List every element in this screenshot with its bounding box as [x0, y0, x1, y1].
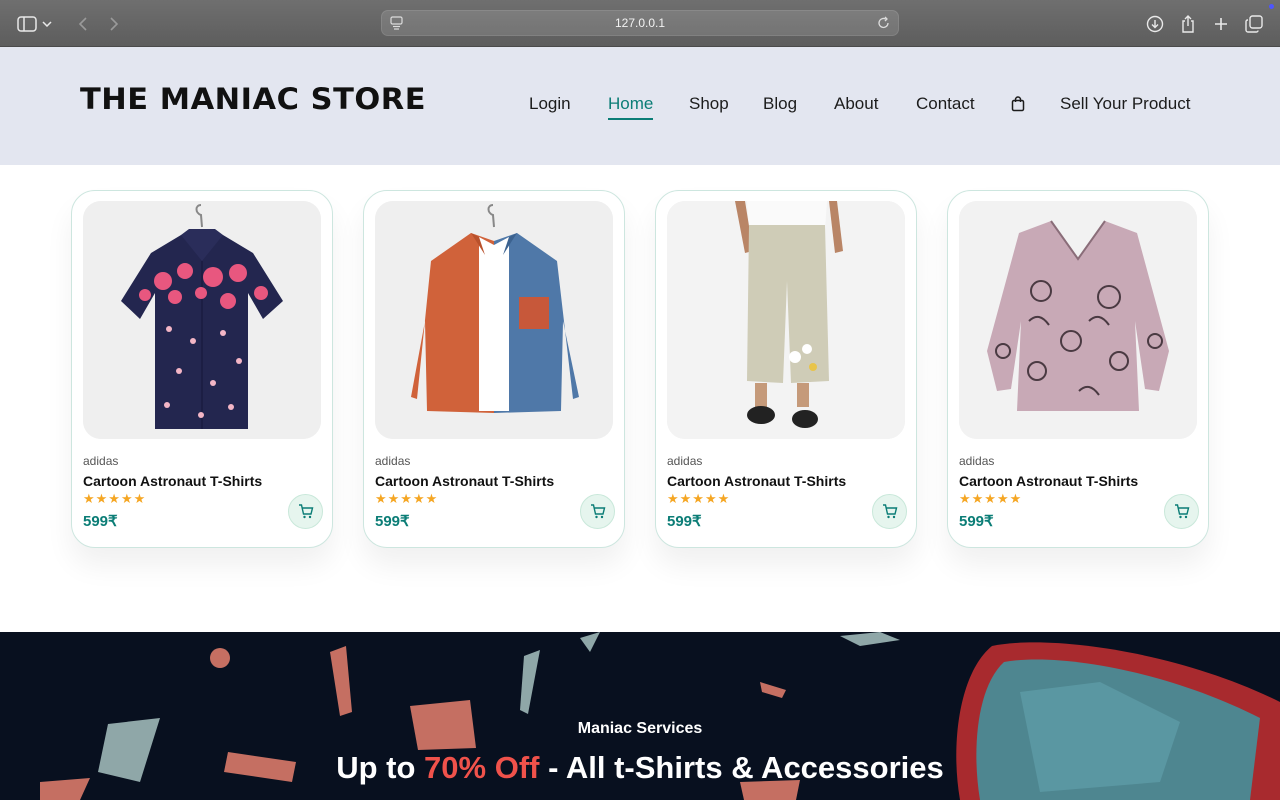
site-header: THE MANIAC STORE Login Home Shop Blog Ab…	[0, 47, 1280, 165]
product-name[interactable]: Cartoon Astronaut T-Shirts	[375, 473, 554, 489]
notification-dot	[1269, 4, 1274, 9]
product-image-cat-blouse[interactable]	[959, 201, 1197, 439]
headline-post: - All t-Shirts & Accessories	[539, 750, 944, 785]
sidebar-icon[interactable]	[16, 13, 38, 35]
banner-headline: Up to 70% Off - All t-Shirts & Accessori…	[0, 750, 1280, 786]
nav-shop[interactable]: Shop	[689, 94, 729, 114]
nav-contact[interactable]: Contact	[916, 94, 975, 114]
star-rating: ★★★★★	[959, 491, 1023, 506]
product-card[interactable]: adidas Cartoon Astronaut T-Shirts ★★★★★ …	[71, 190, 333, 548]
cart-icon	[590, 504, 605, 519]
add-to-cart-button[interactable]	[872, 494, 907, 529]
product-name[interactable]: Cartoon Astronaut T-Shirts	[667, 473, 846, 489]
product-brand: adidas	[667, 454, 703, 468]
product-brand: adidas	[959, 454, 995, 468]
product-name[interactable]: Cartoon Astronaut T-Shirts	[83, 473, 262, 489]
forward-icon[interactable]	[103, 13, 125, 35]
product-image-linen-pants[interactable]	[667, 201, 905, 439]
headline-highlight: 70% Off	[424, 750, 540, 785]
cart-icon	[1174, 504, 1189, 519]
chevron-down-icon[interactable]	[40, 13, 54, 35]
nav-home[interactable]: Home	[608, 94, 654, 120]
star-rating: ★★★★★	[83, 491, 147, 506]
product-brand: adidas	[83, 454, 119, 468]
headline-pre: Up to	[336, 750, 425, 785]
download-icon[interactable]	[1144, 13, 1166, 35]
cart-icon	[882, 504, 897, 519]
product-price: 599₹	[959, 513, 994, 530]
add-to-cart-button[interactable]	[580, 494, 615, 529]
new-tab-icon[interactable]	[1210, 13, 1232, 35]
product-brand: adidas	[375, 454, 411, 468]
product-name[interactable]: Cartoon Astronaut T-Shirts	[959, 473, 1138, 489]
nav-sell-your-product[interactable]: Sell Your Product	[1060, 94, 1190, 114]
product-price: 599₹	[375, 513, 410, 530]
product-image-floral-shirt[interactable]	[83, 201, 321, 439]
star-rating: ★★★★★	[667, 491, 731, 506]
product-price: 599₹	[667, 513, 702, 530]
nav-login[interactable]: Login	[529, 94, 571, 114]
url-text: 127.0.0.1	[614, 16, 666, 30]
share-icon[interactable]	[1177, 13, 1199, 35]
product-image-overshirt[interactable]	[375, 201, 613, 439]
product-price: 599₹	[83, 513, 118, 530]
reload-icon[interactable]	[877, 16, 890, 35]
banner-kicker: Maniac Services	[577, 720, 703, 737]
add-to-cart-button[interactable]	[1164, 494, 1199, 529]
product-card[interactable]: adidas Cartoon Astronaut T-Shirts ★★★★★ …	[947, 190, 1209, 548]
promo-banner: Maniac Services Up to 70% Off - All t-Sh…	[0, 632, 1280, 800]
nav-blog[interactable]: Blog	[763, 94, 797, 114]
tabs-overview-icon[interactable]	[1243, 13, 1265, 35]
product-card[interactable]: adidas Cartoon Astronaut T-Shirts ★★★★★ …	[363, 190, 625, 548]
store-logo[interactable]: THE MANIAC STORE	[80, 82, 426, 116]
star-rating: ★★★★★	[375, 491, 439, 506]
nav-about[interactable]: About	[834, 94, 878, 114]
shopping-bag-icon[interactable]	[1011, 96, 1027, 112]
add-to-cart-button[interactable]	[288, 494, 323, 529]
cart-icon	[298, 504, 313, 519]
product-card[interactable]: adidas Cartoon Astronaut T-Shirts ★★★★★ …	[655, 190, 917, 548]
address-bar[interactable]: 127.0.0.1	[381, 10, 899, 36]
browser-toolbar: 127.0.0.1	[0, 0, 1280, 47]
back-icon[interactable]	[72, 13, 94, 35]
